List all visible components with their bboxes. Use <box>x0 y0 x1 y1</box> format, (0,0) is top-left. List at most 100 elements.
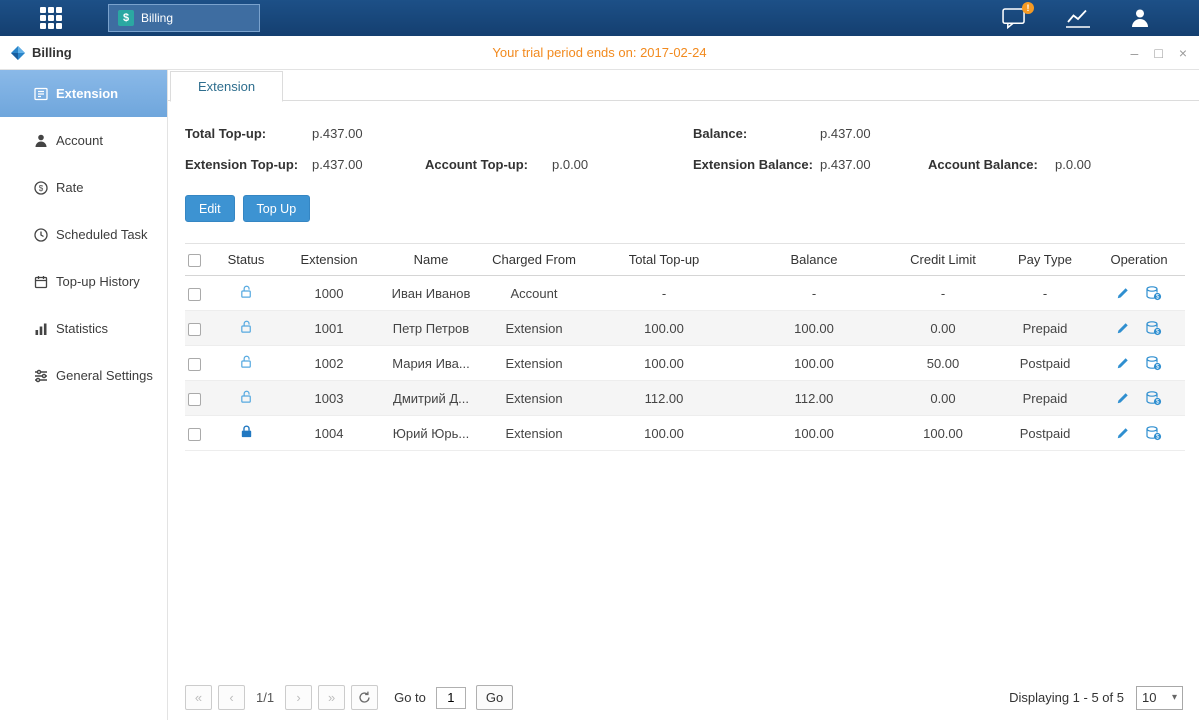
sidebar-item-extension[interactable]: Extension <box>0 70 167 117</box>
column-header-balance: Balance <box>739 252 889 267</box>
credit-limit-cell: - <box>889 286 997 301</box>
lock-status-icon[interactable] <box>239 424 254 439</box>
topup-icon[interactable]: $ <box>1145 425 1162 441</box>
pagination-bar: « ‹ 1/1 › » Go to Go Displaying 1 - 5 of… <box>185 685 1183 710</box>
topup-icon[interactable]: $ <box>1145 355 1162 371</box>
sidebar-item-label: General Settings <box>56 368 153 383</box>
calendar-icon <box>33 274 49 290</box>
lock-status-icon[interactable] <box>239 319 254 334</box>
billing-dollar-icon: $ <box>118 10 134 26</box>
row-checkbox[interactable] <box>188 323 201 336</box>
goto-label: Go to <box>394 690 426 705</box>
sidebar: Extension Account $ Rate Scheduled Task <box>0 70 168 720</box>
column-header-status: Status <box>217 252 275 267</box>
row-checkbox[interactable] <box>188 428 201 441</box>
row-checkbox[interactable] <box>188 393 201 406</box>
charged-from-cell: Extension <box>479 356 589 371</box>
sidebar-item-topup-history[interactable]: Top-up History <box>0 258 167 305</box>
lock-status-icon[interactable] <box>239 354 254 369</box>
charged-from-cell: Extension <box>479 391 589 406</box>
balance-cell: 112.00 <box>739 391 889 406</box>
last-page-button[interactable]: » <box>318 685 345 710</box>
goto-page-input[interactable] <box>436 687 466 709</box>
select-all-checkbox[interactable] <box>188 254 201 267</box>
balance-cell: 100.00 <box>739 426 889 441</box>
topup-icon[interactable]: $ <box>1145 285 1162 301</box>
window-title-bar: Billing Your trial period ends on: 2017-… <box>0 36 1199 70</box>
next-page-button[interactable]: › <box>285 685 312 710</box>
tab-extension[interactable]: Extension <box>170 71 283 102</box>
prev-page-button[interactable]: ‹ <box>218 685 245 710</box>
billing-app-tab[interactable]: $ Billing <box>108 4 260 32</box>
maximize-button[interactable]: □ <box>1154 46 1162 60</box>
pay-type-cell: Postpaid <box>997 426 1093 441</box>
topup-icon[interactable]: $ <box>1145 320 1162 336</box>
statistics-topbar-button[interactable] <box>1065 8 1091 28</box>
extension-cell: 1002 <box>275 356 383 371</box>
row-checkbox[interactable] <box>188 288 201 301</box>
main-content: Extension Total Top-up: p.437.00 Balance… <box>168 70 1199 720</box>
balance-label: Balance: <box>693 126 820 141</box>
edit-icon[interactable] <box>1116 426 1130 440</box>
extension-cell: 1003 <box>275 391 383 406</box>
lock-status-icon[interactable] <box>239 389 254 404</box>
total-topup-cell: 100.00 <box>589 321 739 336</box>
user-account-button[interactable] <box>1129 7 1151 29</box>
table-row: 1001 Петр Петров Extension 100.00 100.00… <box>185 311 1185 346</box>
sidebar-item-general-settings[interactable]: General Settings <box>0 352 167 399</box>
first-page-button[interactable]: « <box>185 685 212 710</box>
edit-icon[interactable] <box>1116 286 1130 300</box>
credit-limit-cell: 0.00 <box>889 321 997 336</box>
column-header-extension: Extension <box>275 252 383 267</box>
sidebar-item-rate[interactable]: $ Rate <box>0 164 167 211</box>
charged-from-cell: Account <box>479 286 589 301</box>
charged-from-cell: Extension <box>479 321 589 336</box>
extension-balance-value: p.437.00 <box>820 157 871 172</box>
balance-value: p.437.00 <box>820 126 871 141</box>
extension-cell: 1004 <box>275 426 383 441</box>
sidebar-item-label: Top-up History <box>56 274 140 289</box>
account-topup-value: p.0.00 <box>552 157 588 172</box>
account-icon <box>33 133 49 149</box>
total-topup-cell: 112.00 <box>589 391 739 406</box>
column-header-name: Name <box>383 252 479 267</box>
action-buttons: Edit Top Up <box>185 195 1199 222</box>
displaying-info: Displaying 1 - 5 of 5 <box>1009 690 1124 705</box>
go-button[interactable]: Go <box>476 685 513 710</box>
refresh-button[interactable] <box>351 685 378 710</box>
lock-status-icon[interactable] <box>239 284 254 299</box>
total-topup-label: Total Top-up: <box>185 126 312 141</box>
app-grid-icon[interactable] <box>40 7 62 29</box>
sidebar-item-label: Statistics <box>56 321 108 336</box>
extension-topup-label: Extension Top-up: <box>185 157 312 172</box>
edit-icon[interactable] <box>1116 356 1130 370</box>
edit-icon[interactable] <box>1116 321 1130 335</box>
billing-logo-icon <box>10 45 26 61</box>
sidebar-item-scheduled-task[interactable]: Scheduled Task <box>0 211 167 258</box>
column-header-credit-limit: Credit Limit <box>889 252 997 267</box>
page-size-select[interactable]: 10 ▾ <box>1136 686 1183 710</box>
column-header-operation: Operation <box>1093 252 1185 267</box>
name-cell: Мария Ива... <box>383 356 479 371</box>
edit-button[interactable]: Edit <box>185 195 235 222</box>
top-up-button[interactable]: Top Up <box>243 195 311 222</box>
sidebar-item-statistics[interactable]: Statistics <box>0 305 167 352</box>
clock-icon <box>33 227 49 243</box>
notifications-button[interactable]: ! <box>1002 8 1027 29</box>
account-balance-value: p.0.00 <box>1055 157 1091 172</box>
trial-notice: Your trial period ends on: 2017-02-24 <box>0 45 1199 60</box>
extension-cell: 1000 <box>275 286 383 301</box>
billing-tab-label: Billing <box>141 11 173 25</box>
extension-table: Status Extension Name Charged From Total… <box>185 243 1185 451</box>
chevron-down-icon: ▾ <box>1172 692 1177 703</box>
table-row: 1000 Иван Иванов Account - - - - $ <box>185 276 1185 311</box>
close-button[interactable]: × <box>1179 46 1187 60</box>
row-checkbox[interactable] <box>188 358 201 371</box>
balance-cell: 100.00 <box>739 356 889 371</box>
sidebar-item-label: Extension <box>56 86 118 101</box>
topup-icon[interactable]: $ <box>1145 390 1162 406</box>
sidebar-item-account[interactable]: Account <box>0 117 167 164</box>
minimize-button[interactable]: – <box>1131 46 1139 60</box>
credit-limit-cell: 100.00 <box>889 426 997 441</box>
edit-icon[interactable] <box>1116 391 1130 405</box>
